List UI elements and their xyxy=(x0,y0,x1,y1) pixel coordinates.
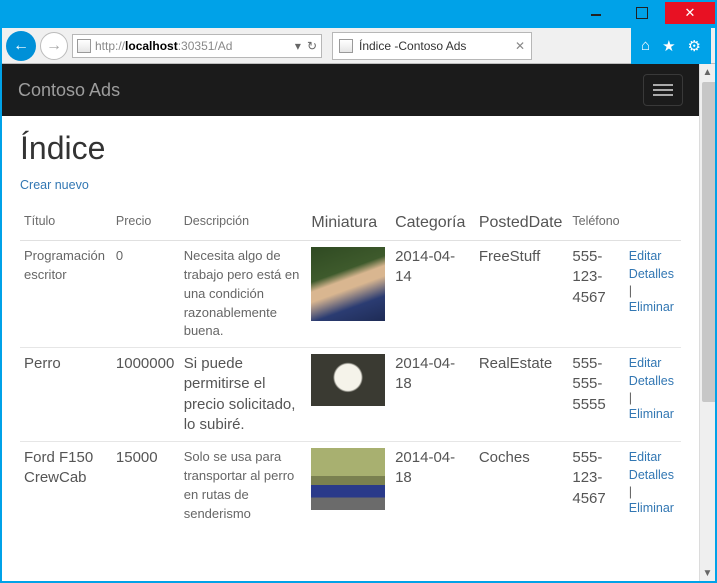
scroll-down-button[interactable]: ▼ xyxy=(700,565,715,581)
cell-date: 2014-04-14 xyxy=(391,241,475,348)
cell-phone: 555-123-4567 xyxy=(568,241,624,348)
scroll-thumb[interactable] xyxy=(702,82,715,402)
table-header-row: Título Precio Descripción Miniatura Cate… xyxy=(20,208,681,241)
window-titlebar xyxy=(2,2,715,28)
app-navbar: Contoso Ads xyxy=(2,64,699,116)
cell-category: RealEstate xyxy=(475,348,569,442)
window-close-button[interactable] xyxy=(665,2,715,24)
page-title: Índice xyxy=(20,130,681,167)
thumbnail-image[interactable] xyxy=(311,448,385,510)
page-icon xyxy=(339,39,353,53)
cell-price: 0 xyxy=(112,241,180,348)
cell-desc: Si puede permitirse el precio solicitado… xyxy=(180,348,308,442)
browser-tab[interactable]: Índice -Contoso Ads ✕ xyxy=(332,32,532,60)
th-thumb: Miniatura xyxy=(307,208,391,241)
action-separator: | xyxy=(629,484,632,499)
cell-actions: EditarDetalles|Eliminar xyxy=(625,241,681,348)
browser-window: ← → http://localhost:30351/Ad ▾ ↻ Índice… xyxy=(0,0,717,583)
cell-phone: 555-555-5555 xyxy=(568,348,624,442)
home-icon[interactable]: ⌂ xyxy=(641,37,650,54)
cell-desc: Solo se usa para transportar al perro en… xyxy=(180,442,308,530)
scroll-up-button[interactable]: ▲ xyxy=(700,64,715,80)
cell-category: FreeStuff xyxy=(475,241,569,348)
action-separator: | xyxy=(629,390,632,405)
url-prefix: http:// xyxy=(95,39,125,53)
cell-thumb xyxy=(307,442,391,530)
th-desc: Descripción xyxy=(180,208,308,241)
th-title: Título xyxy=(20,208,112,241)
details-link[interactable]: Detalles xyxy=(629,265,677,283)
favorites-icon[interactable]: ★ xyxy=(662,37,675,55)
url-host: localhost xyxy=(125,39,178,53)
refresh-icon[interactable]: ↻ xyxy=(307,39,317,53)
table-row: Ford F150 CrewCab15000Solo se usa para t… xyxy=(20,442,681,530)
details-link[interactable]: Detalles xyxy=(629,372,677,390)
cell-date: 2014-04-18 xyxy=(391,348,475,442)
vertical-scrollbar[interactable]: ▲ ▼ xyxy=(699,64,715,581)
viewport: Contoso Ads Índice Crear nuevo Título Pr… xyxy=(2,64,715,581)
window-maximize-button[interactable] xyxy=(619,2,665,24)
thumbnail-image[interactable] xyxy=(311,247,385,321)
delete-link[interactable]: Eliminar xyxy=(629,499,677,517)
create-new-link[interactable]: Crear nuevo xyxy=(20,178,89,192)
address-tools: ▾ ↻ xyxy=(295,39,317,53)
cell-actions: EditarDetalles|Eliminar xyxy=(625,348,681,442)
edit-link[interactable]: Editar xyxy=(629,354,677,372)
edit-link[interactable]: Editar xyxy=(629,448,677,466)
cell-price: 15000 xyxy=(112,442,180,530)
page: Contoso Ads Índice Crear nuevo Título Pr… xyxy=(2,64,699,581)
thumbnail-image[interactable] xyxy=(311,354,385,406)
delete-link[interactable]: Eliminar xyxy=(629,405,677,423)
cell-title: Ford F150 CrewCab xyxy=(20,442,112,530)
menu-toggle-button[interactable] xyxy=(643,74,683,106)
window-minimize-button[interactable] xyxy=(573,2,619,24)
action-separator: | xyxy=(629,283,632,298)
dropdown-icon[interactable]: ▾ xyxy=(295,39,301,53)
cell-date: 2014-04-18 xyxy=(391,442,475,530)
th-actions xyxy=(625,208,681,241)
cell-title: Programación escritor xyxy=(20,241,112,348)
cell-thumb xyxy=(307,348,391,442)
cell-price: 1000000 xyxy=(112,348,180,442)
cell-phone: 555-123-4567 xyxy=(568,442,624,530)
table-body: Programación escritor0Necesita algo de t… xyxy=(20,241,681,530)
table-row: Perro1000000Si puede permitirse el preci… xyxy=(20,348,681,442)
address-bar[interactable]: http://localhost:30351/Ad ▾ ↻ xyxy=(72,34,322,58)
page-icon xyxy=(77,39,91,53)
url-text: http://localhost:30351/Ad xyxy=(95,39,232,53)
cell-desc: Necesita algo de trabajo pero está en un… xyxy=(180,241,308,348)
browser-toolbar: ← → http://localhost:30351/Ad ▾ ↻ Índice… xyxy=(2,28,715,64)
tab-close-icon[interactable]: ✕ xyxy=(515,39,525,53)
brand[interactable]: Contoso Ads xyxy=(18,80,120,101)
browser-tools: ⌂ ★ ⚙ xyxy=(631,28,711,64)
forward-button[interactable]: → xyxy=(40,32,68,60)
cell-actions: EditarDetalles|Eliminar xyxy=(625,442,681,530)
th-category: Categoría xyxy=(391,208,475,241)
cell-thumb xyxy=(307,241,391,348)
th-price: Precio xyxy=(112,208,180,241)
cell-title: Perro xyxy=(20,348,112,442)
table-row: Programación escritor0Necesita algo de t… xyxy=(20,241,681,348)
delete-link[interactable]: Eliminar xyxy=(629,298,677,316)
ads-table: Título Precio Descripción Miniatura Cate… xyxy=(20,208,681,530)
cell-category: Coches xyxy=(475,442,569,530)
edit-link[interactable]: Editar xyxy=(629,247,677,265)
details-link[interactable]: Detalles xyxy=(629,466,677,484)
back-button[interactable]: ← xyxy=(6,31,36,61)
th-posted: PostedDate xyxy=(475,208,569,241)
url-suffix: :30351/Ad xyxy=(178,39,233,53)
tab-title: Índice -Contoso Ads xyxy=(359,39,466,53)
settings-gear-icon[interactable]: ⚙ xyxy=(688,37,701,55)
th-phone: Teléfono xyxy=(568,208,624,241)
content: Índice Crear nuevo Título Precio Descrip… xyxy=(2,116,699,544)
